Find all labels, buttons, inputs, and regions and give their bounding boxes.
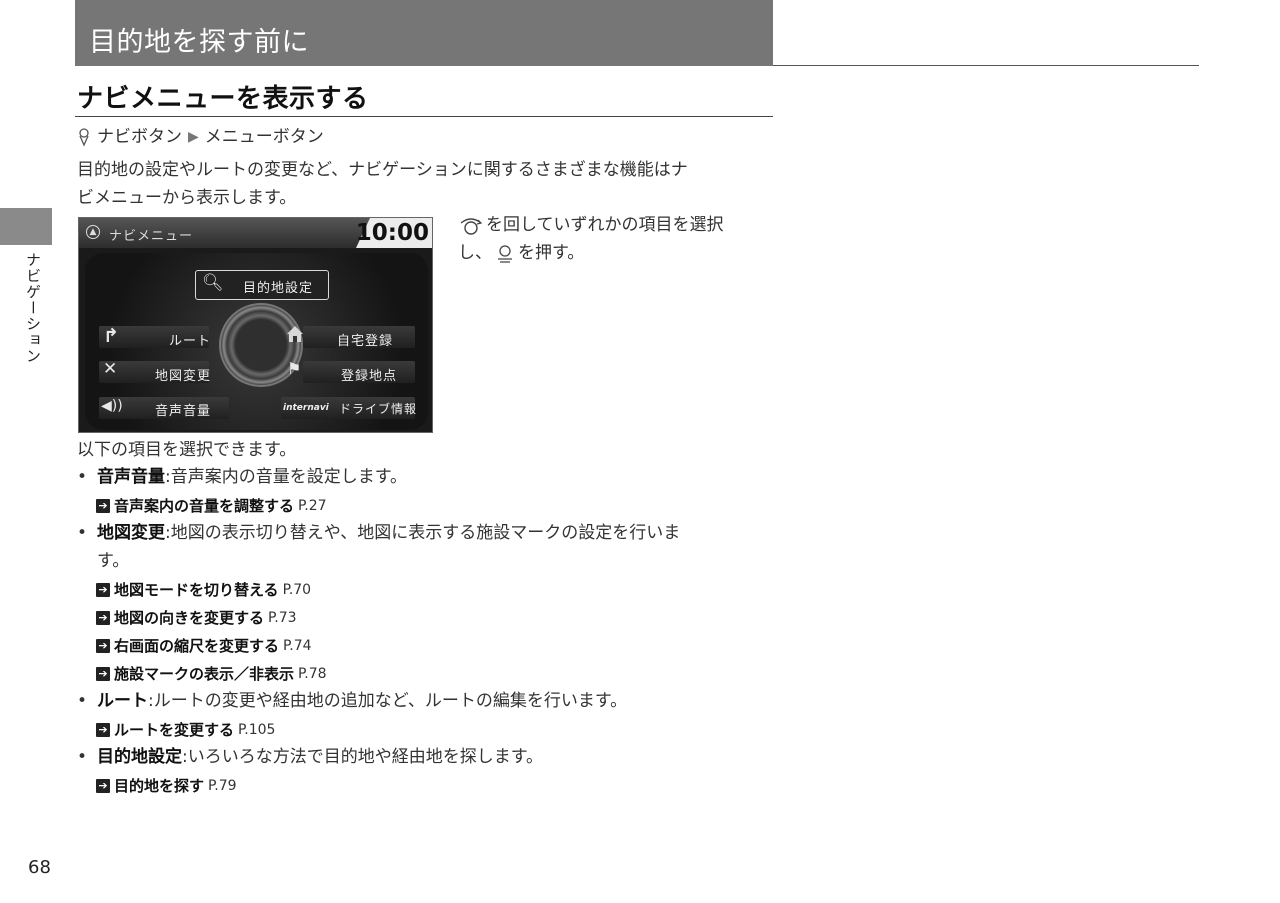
route-turn-icon: ↱ bbox=[103, 325, 119, 347]
ref-page: P.105 bbox=[238, 722, 276, 738]
item-desc: いろいろな方法で目的地や経由地を探します。 bbox=[187, 747, 544, 767]
side-tab-label: ナビゲーション bbox=[24, 252, 42, 364]
ref-page: P.79 bbox=[208, 778, 237, 794]
navi-button-icon bbox=[79, 128, 89, 147]
caption-line-1: を回していずれかの項目を選択 bbox=[486, 215, 724, 235]
menu-destination-label: 目的地設定 bbox=[243, 281, 314, 296]
arrow-ref-icon: ➔ bbox=[96, 723, 110, 737]
breadcrumb-step-1: ナビボタン bbox=[97, 127, 182, 147]
cross-reference-link[interactable]: ➔ 地図の向きを変更する P.73 bbox=[96, 604, 297, 632]
triangle-arrow-icon: ▶ bbox=[188, 129, 199, 145]
home-icon bbox=[287, 326, 303, 342]
cross-reference-link[interactable]: ➔ 右画面の縮尺を変更する P.74 bbox=[96, 632, 312, 660]
cross-reference-link[interactable]: ➔ 地図モードを切り替える P.70 bbox=[96, 576, 311, 604]
speaker-volume-icon: ◀)) bbox=[101, 398, 123, 414]
menu-internavi-label: ドライブ情報 bbox=[339, 402, 418, 416]
side-tab bbox=[0, 208, 52, 245]
destination-search-icon: 🔍︎ bbox=[202, 273, 225, 293]
arrow-ref-icon: ➔ bbox=[96, 499, 110, 513]
bullet-icon: • bbox=[77, 691, 88, 711]
list-item: • ルート:ルートの変更や経由地の追加など、ルートの編集を行います。 bbox=[77, 687, 773, 715]
ref-page: P.74 bbox=[283, 638, 312, 654]
arrow-ref-icon: ➔ bbox=[96, 583, 110, 597]
caption-line-2-pre: し、 bbox=[458, 243, 492, 263]
intro-paragraph: 目的地の設定やルートの変更など、ナビゲーションに関するさまざまな機能はナ ビメニ… bbox=[77, 156, 773, 212]
arrow-ref-icon: ➔ bbox=[96, 639, 110, 653]
ref-title: 目的地を探す bbox=[114, 777, 205, 795]
list-item: • 地図変更:地図の表示切り替えや、地図に表示する施設マークの設定を行いま す。 bbox=[77, 519, 773, 575]
bullet-icon: • bbox=[77, 523, 88, 543]
screen-header: ▲ ナビメニュー 10:00 bbox=[79, 218, 432, 248]
ref-title: 音声案内の音量を調整する bbox=[114, 497, 295, 515]
page-number: 68 bbox=[28, 857, 51, 878]
chapter-title: 目的地を探す前に bbox=[89, 27, 309, 58]
ref-title: 右画面の縮尺を変更する bbox=[114, 637, 280, 655]
item-desc: 地図の表示切り替えや、地図に表示する施設マークの設定を行いま bbox=[170, 523, 681, 543]
registered-flag-icon: ⚑ bbox=[287, 359, 302, 378]
bullet-icon: • bbox=[77, 747, 88, 767]
wrench-map-icon: ✕ bbox=[103, 359, 118, 379]
menu-registered-label: 登録地点 bbox=[341, 369, 398, 384]
ref-page: P.70 bbox=[282, 582, 312, 598]
item-desc: ルートの変更や経由地の追加など、ルートの編集を行います。 bbox=[153, 691, 628, 711]
bullet-icon: • bbox=[77, 467, 88, 487]
ref-page: P.73 bbox=[268, 610, 297, 626]
menu-area: 🔍︎ 目的地設定 ↱ ルート 自宅登録 ✕ 地図変更 ⚑ 登録地点 ◀)) 音声… bbox=[85, 253, 428, 430]
ref-title: ルートを変更する bbox=[114, 721, 235, 739]
list-item: • 音声音量:音声案内の音量を設定します。 bbox=[77, 463, 773, 491]
cross-reference-link[interactable]: ➔ 目的地を探す P.79 bbox=[96, 772, 237, 800]
compass-icon: ▲ bbox=[86, 225, 100, 239]
arrow-ref-icon: ➔ bbox=[96, 779, 110, 793]
item-desc: 音声案内の音量を設定します。 bbox=[170, 467, 408, 487]
item-term: 目的地設定 bbox=[97, 747, 182, 767]
intro-line-1: 目的地の設定やルートの変更など、ナビゲーションに関するさまざまな機能はナ bbox=[77, 160, 688, 180]
screen-caption: を回していずれかの項目を選択 し、 を押す。 bbox=[458, 211, 773, 267]
chapter-rule bbox=[773, 65, 1199, 66]
breadcrumb: ナビボタン ▶ メニューボタン bbox=[77, 123, 324, 151]
ref-page: P.27 bbox=[298, 498, 327, 514]
menu-home-label: 自宅登録 bbox=[337, 334, 394, 349]
list-item: • 目的地設定:いろいろな方法で目的地や経由地を探します。 bbox=[77, 743, 773, 771]
list-intro: 以下の項目を選択できます。 bbox=[77, 440, 297, 460]
item-desc-cont: す。 bbox=[97, 551, 130, 571]
caption-line-2-post: を押す。 bbox=[518, 243, 585, 263]
item-term: ルート bbox=[97, 691, 148, 711]
screen-clock: 10:00 bbox=[355, 220, 429, 246]
arrow-ref-icon: ➔ bbox=[96, 611, 110, 625]
section-title: ナビメニューを表示する bbox=[77, 84, 369, 114]
intro-line-2: ビメニューから表示します。 bbox=[77, 188, 297, 208]
arrow-ref-icon: ➔ bbox=[96, 667, 110, 681]
navi-menu-screen-image: ▲ ナビメニュー 10:00 🔍︎ 目的地設定 ↱ ルート 自宅登録 ✕ 地図変… bbox=[78, 217, 433, 433]
cross-reference-link[interactable]: ➔ 施設マークの表示／非表示 P.78 bbox=[96, 660, 327, 688]
cross-reference-link[interactable]: ➔ ルートを変更する P.105 bbox=[96, 716, 275, 744]
breadcrumb-step-2: メニューボタン bbox=[204, 127, 324, 147]
internavi-brand: internavi bbox=[283, 403, 329, 413]
cross-reference-link[interactable]: ➔ 音声案内の音量を調整する P.27 bbox=[96, 492, 327, 520]
menu-route-label: ルート bbox=[169, 334, 212, 349]
item-term: 音声音量 bbox=[97, 467, 165, 487]
chapter-header: 目的地を探す前に bbox=[75, 0, 773, 66]
ref-title: 地図モードを切り替える bbox=[114, 581, 279, 599]
section-rule bbox=[75, 116, 773, 117]
menu-destination-item: 🔍︎ 目的地設定 bbox=[195, 270, 329, 300]
ref-title: 地図の向きを変更する bbox=[114, 609, 265, 627]
item-term: 地図変更 bbox=[97, 523, 165, 543]
menu-volume-label: 音声音量 bbox=[155, 404, 212, 419]
ref-page: P.78 bbox=[298, 666, 327, 682]
press-dial-icon bbox=[498, 245, 512, 263]
rotate-dial-icon bbox=[460, 218, 483, 235]
ref-title: 施設マークの表示／非表示 bbox=[114, 665, 295, 683]
menu-map-change-label: 地図変更 bbox=[155, 369, 212, 384]
screen-header-label: ナビメニュー bbox=[109, 229, 194, 244]
